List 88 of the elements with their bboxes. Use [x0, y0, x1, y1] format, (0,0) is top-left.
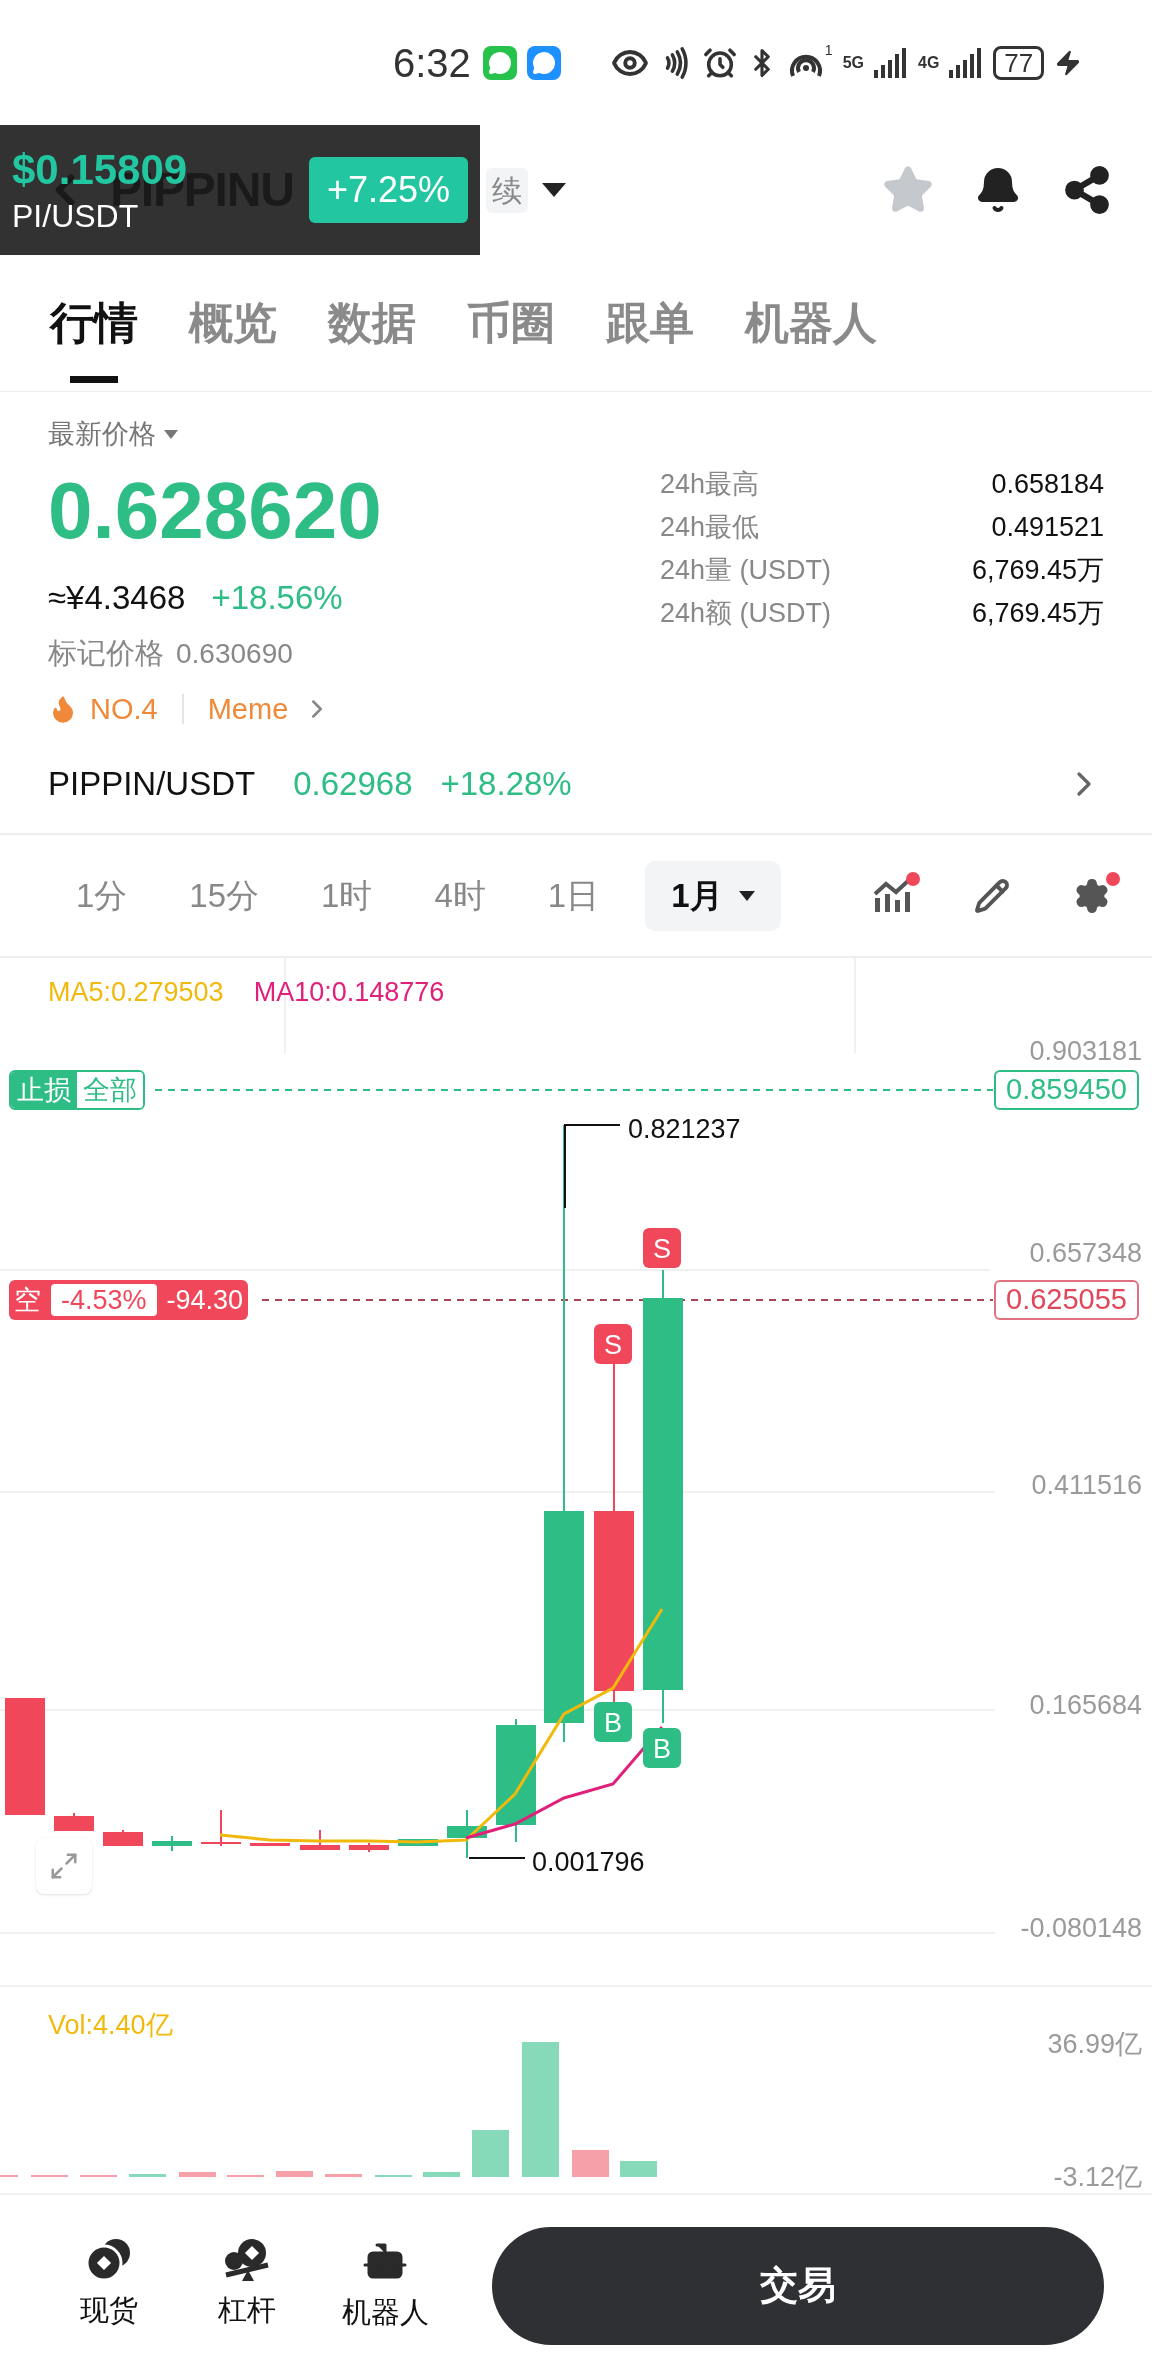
expand-icon [49, 1851, 79, 1881]
low-price-label: 0.001796 [532, 1846, 645, 1879]
moving-average-label: MA10:0.148776 [253, 976, 445, 1009]
network-label: 5G [842, 54, 864, 71]
sell-marker[interactable]: S [643, 1228, 681, 1268]
alarm-icon [702, 45, 737, 80]
indicator-chart-icon [872, 877, 912, 914]
bottom-nav-item[interactable]: 现货 [60, 2236, 158, 2335]
stat-value: 6,769.45万 [971, 596, 1104, 630]
price-axis-label: -0.080148 [1020, 1913, 1142, 1943]
interval-tab[interactable]: 1日 [521, 860, 626, 931]
high-price-label: 0.821237 [628, 1113, 741, 1146]
price-axis-label: 0.903181 [1029, 1036, 1142, 1066]
stat-value: 0.658184 [991, 467, 1104, 501]
candlestick [447, 1809, 487, 1859]
stat-label: 24h额 (USDT) [660, 596, 832, 630]
interval-tab[interactable]: 1月 [645, 860, 781, 931]
mark-price-label: 标记价格 [48, 636, 164, 671]
related-pair-name: PIPPIN/USDT [48, 764, 256, 805]
floating-change: +7.25% [308, 157, 468, 223]
price-axis-label: 0.165684 [1029, 1690, 1142, 1720]
related-pair-change: +18.28% [440, 764, 572, 805]
stat-value: 6,769.45万 [971, 553, 1104, 587]
position-pnl: -94.30 [166, 1283, 244, 1317]
interval-tab[interactable]: 15分 [163, 860, 286, 931]
interval-tab[interactable]: 1时 [295, 860, 399, 931]
price-axis-label: 0.657348 [1029, 1238, 1142, 1268]
mark-price: 0.630690 [176, 636, 293, 671]
moving-average-label: MA5:0.279503 [48, 976, 224, 1009]
related-pair-price: 0.62968 [293, 764, 413, 805]
buy-marker[interactable]: B [643, 1728, 681, 1768]
last-price: 0.628620 [48, 470, 383, 551]
bottom-nav-item[interactable]: 杠杆 [198, 2236, 296, 2335]
page-tab[interactable]: 币圈 [467, 255, 555, 391]
page-tab[interactable]: 行情 [50, 255, 138, 391]
rank-label: NO.4 [90, 691, 158, 727]
buy-marker[interactable]: B [594, 1702, 632, 1742]
page-tab[interactable]: 数据 [328, 255, 416, 391]
price-change: +18.56% [211, 577, 343, 618]
related-pair-row[interactable]: PIPPIN/USDT 0.62968 +18.28% [0, 735, 1152, 835]
cny-price: ≈¥4.3468 [48, 577, 186, 618]
stop-loss-price: 0.859450 [994, 1070, 1139, 1110]
position-side: 空 [14, 1283, 41, 1317]
volume-axis-label: -3.12亿 [1053, 2162, 1142, 2192]
message-app-icon [526, 45, 561, 80]
candlestick [152, 1835, 192, 1852]
candlestick [250, 1842, 290, 1847]
leader-line [468, 1857, 526, 1859]
contract-chip: 续 [485, 167, 528, 213]
stat-value: 0.491521 [991, 510, 1104, 544]
candlestick [398, 1838, 438, 1847]
candlestick [349, 1842, 389, 1853]
volume-axis-label: 36.99亿 [1047, 2029, 1142, 2059]
price-axis-label: 0.411516 [1031, 1470, 1142, 1500]
candlestick [103, 1829, 143, 1847]
position-pnl-percent: -4.53% [51, 1284, 157, 1316]
chat-app-icon [482, 45, 517, 80]
page-tab[interactable]: 机器人 [745, 255, 877, 391]
interval-tab[interactable]: 4时 [408, 860, 512, 931]
sim-label: 1 [824, 41, 833, 60]
stat-label: 24h最高 [660, 467, 760, 501]
candlestick [54, 1812, 94, 1832]
stop-loss-tag: 止损 [11, 1072, 77, 1108]
candlestick [201, 1809, 241, 1847]
position-price: 0.625055 [994, 1280, 1139, 1320]
bottom-nav-item[interactable]: 机器人 [336, 2236, 434, 2335]
pencil-icon [974, 877, 1010, 914]
page-tab[interactable]: 概览 [189, 255, 277, 391]
stat-label: 24h量 (USDT) [660, 553, 832, 587]
category-link[interactable]: Meme [207, 687, 289, 731]
trade-button[interactable]: 交易 [492, 2226, 1104, 2345]
share-icon[interactable] [1062, 165, 1112, 215]
signal-icon [949, 47, 984, 78]
interval-tab[interactable]: 1分 [50, 860, 154, 931]
battery-level: 77 [993, 45, 1045, 80]
volume-label: Vol:4.40亿 [48, 2009, 173, 2042]
price-label[interactable]: 最新价格 [48, 414, 608, 455]
status-time: 6:32 [393, 39, 471, 87]
candlestick [300, 1829, 340, 1851]
sell-marker[interactable]: S [594, 1324, 632, 1364]
caret-icon[interactable] [541, 183, 566, 197]
page-tab[interactable]: 跟单 [606, 255, 694, 391]
floating-pair: PI/USDT [12, 198, 139, 237]
expand-button[interactable] [36, 1838, 92, 1894]
network-label: 4G [918, 54, 940, 71]
signal-icon [874, 47, 908, 78]
position-label[interactable]: 空 -4.53% -94.30 [9, 1280, 249, 1320]
stat-label: 24h最低 [660, 510, 760, 544]
